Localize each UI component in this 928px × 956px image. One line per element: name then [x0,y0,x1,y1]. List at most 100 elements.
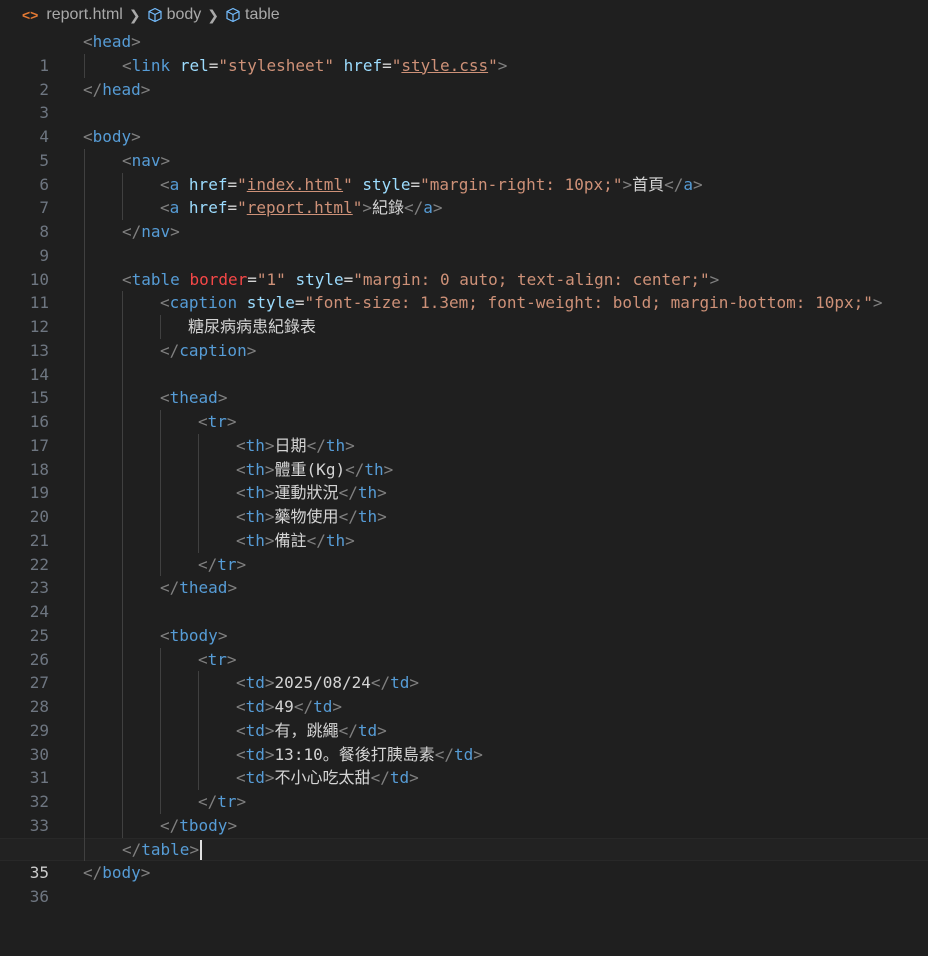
indent-guide [84,600,85,624]
attribute-name: style [295,269,344,289]
code-line[interactable]: 17 <tr> [0,410,928,455]
indent-guide [198,505,199,529]
code-line[interactable]: 23 </tr> [0,552,928,597]
text-content: 紀錄 [371,198,404,218]
code-line[interactable]: 10 [0,243,928,289]
indent-guide [122,790,123,814]
indent-guide [84,220,85,244]
code-line[interactable]: 14 </caption> [0,338,928,384]
indent-guide [160,718,161,743]
code-line[interactable]: 33 </tr> [0,790,928,835]
indent-guide [84,433,85,458]
indent-guide [84,362,85,387]
code-line[interactable]: 25 [0,600,928,645]
attribute-name: style [246,293,295,313]
code-line[interactable]: 7 <a href="index.html" style="margin-rig… [0,172,928,217]
code-line[interactable]: 21 <th>藥物使用</th> [0,505,928,550]
code-line[interactable]: 28 <td>2025/08/24</td> [0,671,928,716]
indent-guide [84,243,85,268]
indent-guide [84,267,85,292]
code-line[interactable]: 15 [0,362,928,407]
text-content: 49 [274,697,294,716]
indent-guide [198,671,199,695]
code-line[interactable]: 32 <td>不小心吃太甜</td> [0,766,928,811]
breadcrumb-item-body[interactable]: body [147,6,202,24]
indent-guide [160,671,161,695]
tag-name: th [325,435,346,455]
code-line[interactable]: 29 <td>49</td> [0,695,928,740]
quote: " [488,55,498,75]
breadcrumb-item-table[interactable]: table [225,6,280,24]
code-line[interactable]: 12 <caption style="font-size: 1.3em; fon… [0,291,928,336]
code-line[interactable]: 26 <tbody> [0,623,928,669]
code-line[interactable]: 11 <table border="1" style="margin: 0 au… [0,267,928,312]
indent-guide [198,457,199,482]
text-cursor [200,840,203,860]
code-line[interactable]: 8 <a href="report.html">紀錄</a> [0,196,928,241]
indent-guide [84,338,85,363]
indent-guide [122,362,123,387]
chevron-right-icon: ❯ [128,6,141,23]
code-line[interactable]: 20 <th>運動狀況</th> [0,481,928,526]
indent-guide [84,291,85,315]
indent-guide [122,718,123,743]
indent-guide [198,695,199,719]
code-editor[interactable]: 1 <head> 2 <link rel="stylesheet" href="… [0,30,928,906]
code-line[interactable]: 18 <th>日期</th> [0,433,928,479]
link-value[interactable]: style.css [401,56,488,75]
attribute-name: href [343,55,383,75]
link-value[interactable]: report.html [247,198,353,217]
code-line[interactable]: 5 <body> [0,125,928,170]
text-content: 糖尿病病患紀錄表 [188,317,317,336]
tag-name: td [389,768,410,788]
indent-guide [84,481,85,505]
quote: " [352,198,363,218]
code-line[interactable]: 3 </head> [0,78,928,123]
code-line[interactable]: 16 <thead> [0,386,928,431]
indent-guide [160,552,161,577]
code-line[interactable]: 36 </body> [0,861,928,906]
code-line[interactable]: 9 </nav> [0,220,928,265]
tag-name: body [102,863,141,883]
code-line[interactable]: 34 </tbody> [0,813,928,859]
indent-guide [84,53,85,78]
indent-guide [84,742,85,767]
indent-guide [84,576,85,600]
indent-guide [122,742,123,767]
code-line[interactable]: 4 [0,101,928,146]
code-line[interactable]: 31 <td>13:10。餐後打胰島素</td> [0,742,928,787]
breadcrumb-item-label: table [245,6,280,23]
text-content: 首頁 [632,174,665,194]
attribute-name: rel [179,55,209,75]
breadcrumb-file[interactable]: <> report.html [22,6,123,24]
html-file-icon: <> [22,7,39,23]
element-symbol-icon [226,7,240,23]
code-line[interactable]: 2 <link rel="stylesheet" href="style.css… [0,53,928,99]
indent-guide [84,718,85,743]
tag-name: td [313,697,333,716]
tag-name: tr [207,412,227,431]
text-content: 藥物使用 [274,507,339,526]
code-line[interactable]: 24 </thead> [0,576,928,621]
code-line[interactable]: 6 <nav> [0,148,928,194]
code-line-current[interactable]: 35 </table> [0,837,928,882]
indent-guide [84,148,85,173]
tag-name: body [92,127,132,146]
indent-guide [160,457,161,482]
code-line[interactable]: 27 <tr> [0,647,928,692]
indent-guide [160,766,161,790]
indent-guide [122,172,123,197]
tag-name: td [357,720,378,740]
code-line[interactable]: 19 <th>體重(Kg)</th> [0,457,928,502]
tag-name: a [423,198,433,218]
code-line[interactable]: 22 <th>備註</th> [0,528,928,574]
code-line[interactable]: 13 糖尿病病患紀錄表 [0,315,928,360]
code-line[interactable]: 30 <td>有，跳繩</td> [0,718,928,764]
indent-guide [122,671,123,695]
chevron-right-icon: ❯ [207,6,219,23]
code-line[interactable]: 1 <head> [0,30,928,75]
indent-guide [84,315,85,339]
tag-name: td [453,744,474,764]
link-value[interactable]: index.html [247,175,343,194]
breadcrumb-item-label: body [166,6,202,23]
